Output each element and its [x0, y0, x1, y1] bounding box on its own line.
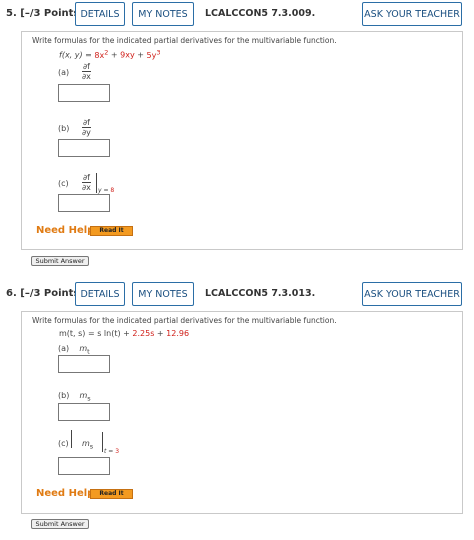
- problem-id: LCALCCON5 7.3.013.: [205, 288, 316, 299]
- question-box: Write formulas for the indicated partial…: [21, 311, 463, 514]
- details-button[interactable]: DETAILS: [75, 282, 125, 306]
- details-button[interactable]: DETAILS: [75, 2, 125, 26]
- answer-input-a[interactable]: [58, 84, 110, 102]
- question-prompt: Write formulas for the indicated partial…: [32, 36, 337, 45]
- function-formula: m(t, s) = s ln(t) + 2.25s + 12.96: [59, 329, 190, 338]
- evaluation-left-bar: [71, 430, 72, 448]
- answer-input-a[interactable]: [58, 355, 110, 373]
- answer-input-b[interactable]: [58, 139, 110, 157]
- evaluation-point: t = 3: [104, 448, 120, 455]
- partial-derivative-fx: ∂f ∂x: [82, 62, 91, 81]
- function-formula: f(x, y) = 8x2 + 9xy + 5y3: [59, 48, 161, 60]
- part-a-label: (a): [58, 68, 70, 77]
- evaluated-derivative: ms: [82, 439, 94, 451]
- ask-your-teacher-button[interactable]: ASK YOUR TEACHER: [362, 282, 462, 306]
- answer-input-c[interactable]: [58, 457, 110, 475]
- evaluation-right-bar: [102, 432, 103, 452]
- answer-input-c[interactable]: [58, 194, 110, 212]
- submit-answer-button[interactable]: Submit Answer: [31, 256, 89, 266]
- part-b-label: (b): [58, 124, 70, 133]
- part-b-label: (b) ms: [58, 391, 91, 403]
- part-c-label: (c): [58, 179, 69, 188]
- problem-id: LCALCCON5 7.3.009.: [205, 8, 316, 19]
- problem-header: 5. [–/3 Points] DETAILS MY NOTES LCALCCO…: [0, 0, 474, 30]
- evaluation-point: y = 8: [98, 187, 115, 194]
- read-it-button[interactable]: Read It: [90, 489, 133, 499]
- evaluation-bar: [96, 173, 97, 193]
- part-c-label: (c): [58, 439, 69, 448]
- part-a-label: (a) mt: [58, 344, 90, 356]
- problem-header: 6. [–/3 Points] DETAILS MY NOTES LCALCCO…: [0, 280, 474, 310]
- partial-derivative-fx-eval: ∂f ∂x: [82, 173, 91, 192]
- question-prompt: Write formulas for the indicated partial…: [32, 316, 337, 325]
- problem-5: 5. [–/3 Points] DETAILS MY NOTES LCALCCO…: [0, 0, 474, 270]
- my-notes-button[interactable]: MY NOTES: [132, 2, 194, 26]
- question-box: Write formulas for the indicated partial…: [21, 31, 463, 250]
- ask-your-teacher-button[interactable]: ASK YOUR TEACHER: [362, 2, 462, 26]
- problem-number-points: 6. [–/3 Points]: [6, 288, 84, 299]
- answer-input-b[interactable]: [58, 403, 110, 421]
- read-it-button[interactable]: Read It: [90, 226, 133, 236]
- problem-number-points: 5. [–/3 Points]: [6, 8, 84, 19]
- submit-answer-button[interactable]: Submit Answer: [31, 519, 89, 529]
- problem-6: 6. [–/3 Points] DETAILS MY NOTES LCALCCO…: [0, 280, 474, 540]
- partial-derivative-fy: ∂f ∂y: [82, 118, 91, 137]
- my-notes-button[interactable]: MY NOTES: [132, 282, 194, 306]
